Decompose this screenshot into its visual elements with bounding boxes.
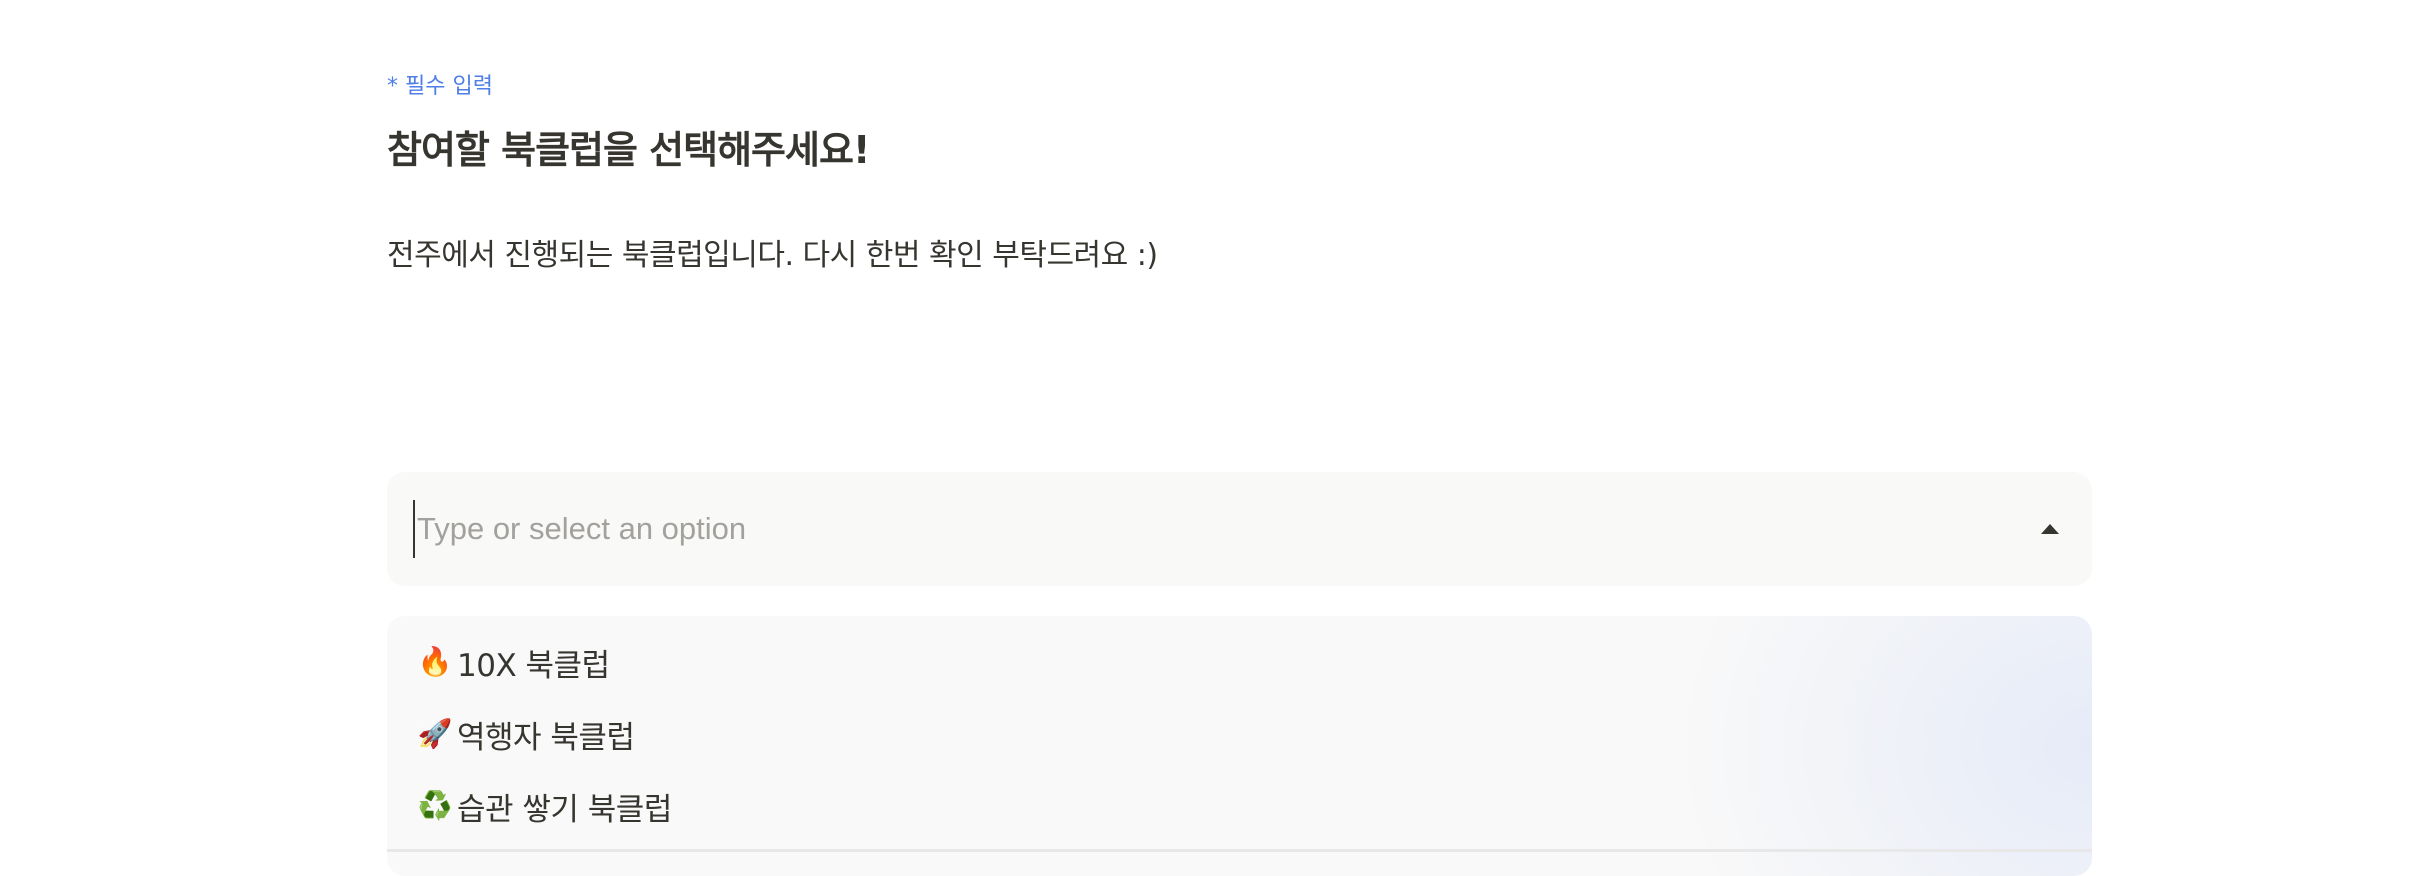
option-10x-bookclub[interactable]: 🔥 10X 북클럽	[417, 636, 610, 688]
required-label: * 필수 입력	[387, 74, 493, 99]
club-select-combobox[interactable]	[387, 472, 2092, 586]
options-menu: 🔥 10X 북클럽 🚀 역행자 북클럽 ♻️ 습관 쌓기 북클럽	[387, 616, 2092, 876]
option-label: 습관 쌓기 북클럽	[457, 791, 672, 828]
club-select-input[interactable]	[413, 500, 1973, 558]
option-label: 10X 북클럽	[457, 647, 610, 684]
dropdown-toggle-button[interactable]	[2030, 509, 2070, 549]
question-description: 전주에서 진행되는 북클럽입니다. 다시 한번 확인 부탁드려요 :)	[387, 238, 1158, 273]
recycle-icon: ♻️	[417, 789, 453, 822]
fire-icon: 🔥	[417, 645, 453, 678]
option-reverser-bookclub[interactable]: 🚀 역행자 북클럽	[417, 708, 635, 760]
option-habit-bookclub[interactable]: ♻️ 습관 쌓기 북클럽	[417, 780, 673, 832]
question-title: 참여할 북클럽을 선택해주세요!	[387, 128, 870, 172]
rocket-icon: 🚀	[417, 717, 453, 750]
option-label: 역행자 북클럽	[457, 719, 635, 756]
caret-up-icon	[2041, 524, 2059, 534]
